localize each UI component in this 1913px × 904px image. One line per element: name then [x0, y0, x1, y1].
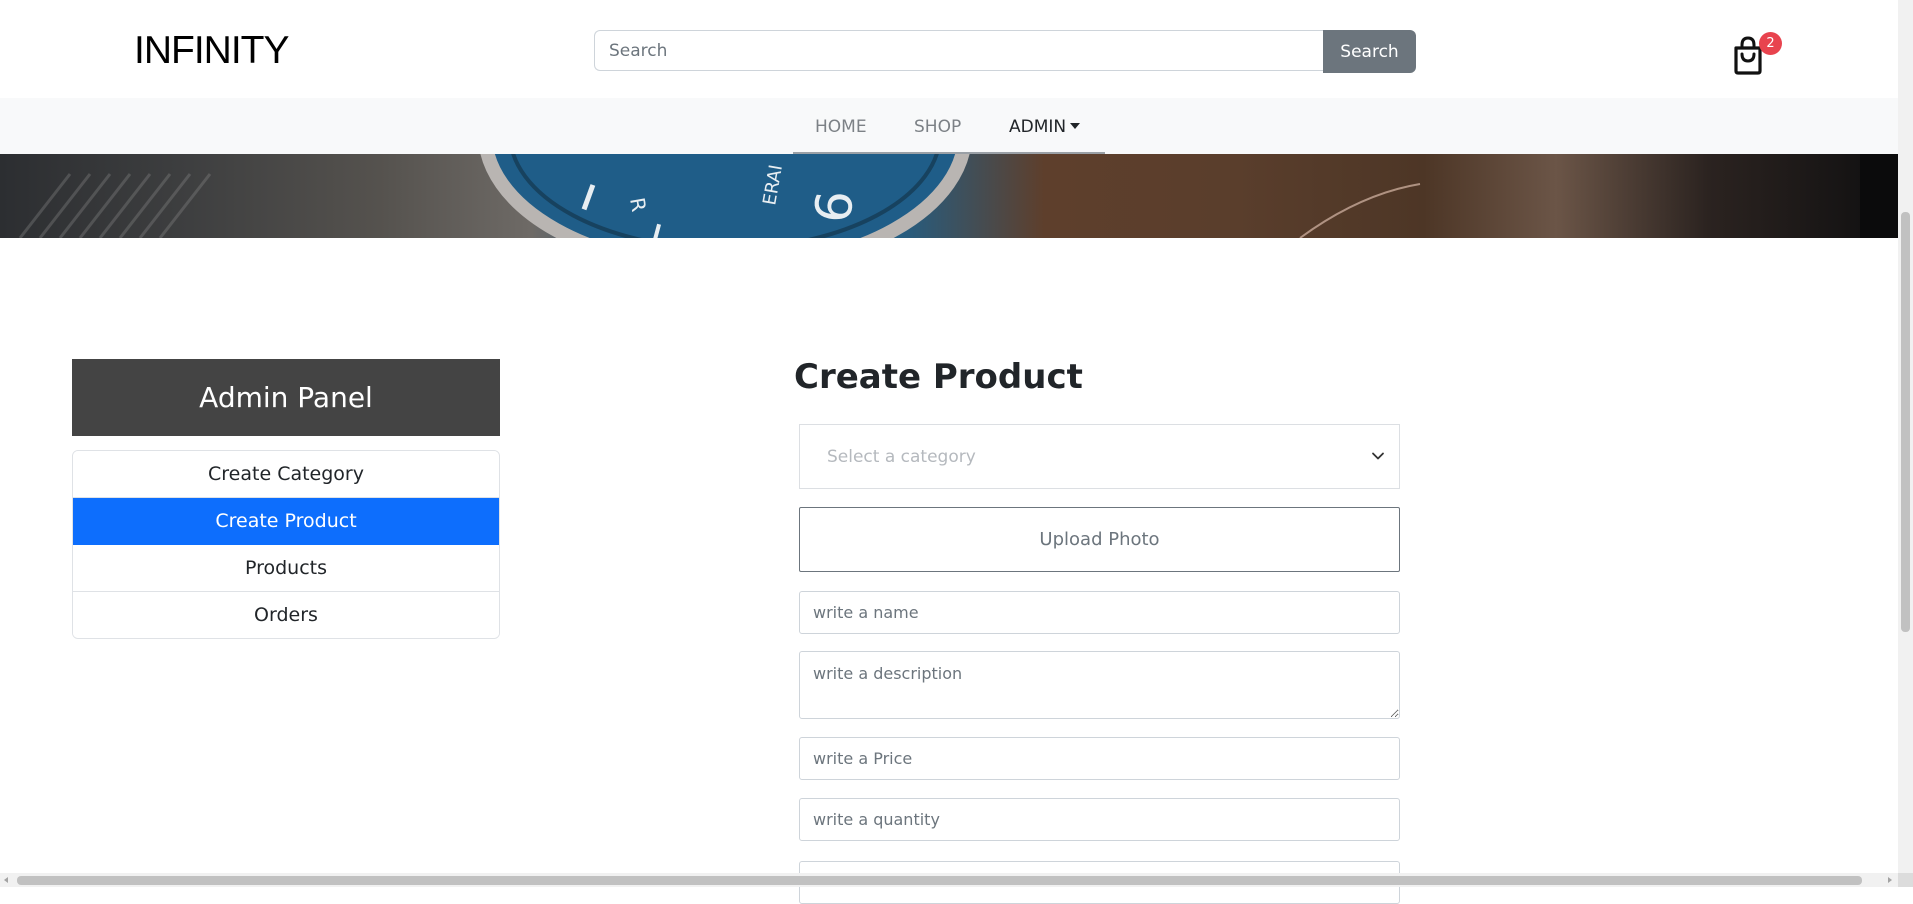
scroll-left-arrow-icon[interactable] — [4, 877, 8, 883]
admin-menu: Create Category Create Product Products … — [72, 450, 500, 639]
brand-logo[interactable]: INFINITY — [134, 26, 289, 76]
price-input[interactable] — [799, 737, 1400, 780]
horizontal-scrollbar[interactable] — [0, 873, 1898, 887]
nav-links: HOME SHOP ADMIN — [793, 98, 1105, 154]
nav-admin-label: ADMIN — [1009, 117, 1067, 137]
vertical-scrollbar-thumb[interactable] — [1901, 212, 1910, 632]
cart-count-badge: 2 — [1759, 32, 1782, 55]
vertical-scrollbar[interactable] — [1898, 0, 1913, 873]
page-title: Create Product — [794, 357, 1083, 397]
cart-button[interactable]: 2 — [1726, 32, 1782, 76]
main-nav: HOME SHOP ADMIN — [0, 98, 1898, 154]
name-input[interactable] — [799, 591, 1400, 634]
menu-item-create-category[interactable]: Create Category — [73, 451, 499, 498]
search-input[interactable] — [594, 30, 1324, 71]
upload-photo-button[interactable]: Upload Photo — [799, 507, 1400, 572]
menu-item-products[interactable]: Products — [73, 545, 499, 592]
search-button[interactable]: Search — [1323, 30, 1416, 73]
scroll-right-arrow-icon[interactable] — [1888, 877, 1892, 883]
description-textarea[interactable] — [799, 651, 1400, 719]
nav-home-link[interactable]: HOME — [815, 117, 867, 137]
scrollbar-corner — [1898, 873, 1913, 887]
hero-banner-image: R ERAI 6 — [0, 154, 1898, 238]
search-form: Search — [594, 30, 1416, 73]
nav-shop-link[interactable]: SHOP — [914, 117, 961, 137]
horizontal-scrollbar-thumb[interactable] — [17, 876, 1862, 885]
nav-admin-dropdown[interactable]: ADMIN — [1009, 117, 1081, 137]
category-select[interactable]: Select a category — [799, 424, 1400, 489]
menu-item-orders[interactable]: Orders — [73, 592, 499, 638]
menu-item-create-product[interactable]: Create Product — [73, 498, 499, 545]
quantity-input[interactable] — [799, 798, 1400, 841]
chevron-down-icon — [1372, 452, 1384, 460]
svg-text:6: 6 — [804, 188, 865, 225]
admin-panel-title: Admin Panel — [72, 359, 500, 436]
caret-down-icon — [1070, 123, 1081, 129]
top-header: INFINITY Search 2 — [0, 0, 1898, 98]
category-select-placeholder: Select a category — [827, 447, 976, 467]
